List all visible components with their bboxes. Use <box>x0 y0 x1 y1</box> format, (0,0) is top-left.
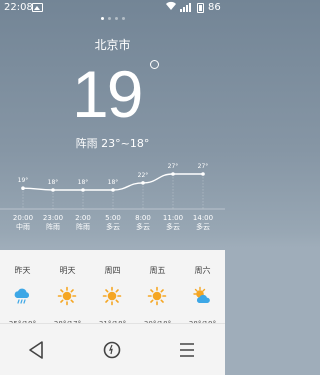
battery-percent: 86 <box>208 2 221 13</box>
temperature-point <box>21 186 25 191</box>
partly-cloudy-icon <box>192 286 212 306</box>
day-name: 周四 <box>104 266 121 275</box>
hour-time: 2:00 <box>75 214 91 222</box>
current-temperature: 19 <box>72 57 143 131</box>
current-condition: 阵雨 23°~18° <box>75 137 150 150</box>
hour-temperature-label: 18° <box>77 179 89 186</box>
page-indicator <box>0 17 225 20</box>
hour-label: 20:00 中雨 <box>8 214 38 232</box>
hour-label: 5:00 多云 <box>98 214 128 232</box>
menu-icon <box>180 343 194 357</box>
image-icon <box>32 3 43 12</box>
signal-icon <box>180 3 194 12</box>
hour-temperature-label: 18° <box>107 179 119 186</box>
navigation-bar <box>0 323 225 375</box>
rain-icon <box>12 286 32 306</box>
page-dot[interactable] <box>121 17 125 20</box>
temperature-point <box>51 188 55 192</box>
city-name[interactable]: 北京市 <box>0 36 225 53</box>
hour-time: 11:00 <box>162 214 184 222</box>
home-icon <box>103 341 121 359</box>
sun-icon <box>102 286 122 306</box>
degree-symbol-icon <box>150 60 159 69</box>
hour-temperature-label: 18° <box>47 179 59 186</box>
hour-temperature-label: 19° <box>17 177 29 185</box>
status-bar: 22:08 86 <box>0 0 225 16</box>
back-button[interactable] <box>0 324 75 375</box>
wifi-icon <box>165 1 177 14</box>
menu-button[interactable] <box>150 324 225 375</box>
hour-label: 11:00 多云 <box>158 214 188 232</box>
hour-label: 8:00 多云 <box>128 214 158 232</box>
temperature-point <box>111 188 115 192</box>
battery-icon <box>197 3 204 13</box>
hour-condition: 阵雨 <box>76 223 90 231</box>
temperature-point <box>141 181 145 185</box>
hour-time: 8:00 <box>135 214 151 222</box>
sun-icon <box>147 286 167 306</box>
hourly-forecast-chart[interactable]: 19° 20:00 中雨 18° 23:00 阵雨 18° 2:00 阵雨 18° 5:00 多云 22… <box>0 160 225 240</box>
hour-condition: 多云 <box>166 223 180 231</box>
page-dot-location[interactable] <box>100 17 104 20</box>
day-name: 昨天 <box>14 266 31 275</box>
hour-temperature-label: 27° <box>167 163 179 170</box>
home-button[interactable] <box>75 324 150 375</box>
day-name: 周五 <box>149 266 166 275</box>
hour-time: 20:00 <box>12 214 34 222</box>
status-time: 22:08 <box>4 2 33 13</box>
day-name: 明天 <box>59 266 76 275</box>
hour-temperature-label: 22° <box>137 171 149 179</box>
back-icon <box>29 341 43 359</box>
page-dot[interactable] <box>107 17 111 20</box>
temperature-point <box>81 188 85 192</box>
hour-time: 14:00 <box>192 214 214 222</box>
temperature-point <box>171 172 175 176</box>
temperature-point <box>201 172 205 176</box>
hour-condition: 多云 <box>196 223 210 231</box>
hour-label: 23:00 阵雨 <box>38 214 68 232</box>
hour-condition: 多云 <box>136 223 150 231</box>
hour-time: 23:00 <box>42 214 64 222</box>
day-name: 周六 <box>194 266 211 275</box>
hour-condition: 多云 <box>106 223 120 231</box>
hour-label: 14:00 多云 <box>188 214 218 232</box>
hour-condition: 阵雨 <box>46 223 60 231</box>
hour-condition: 中雨 <box>16 223 30 231</box>
page-dot[interactable] <box>114 17 118 20</box>
hour-time: 5:00 <box>105 214 121 222</box>
hour-temperature-label: 27° <box>197 163 209 170</box>
hour-label: 2:00 阵雨 <box>68 214 98 232</box>
sun-icon <box>57 286 77 306</box>
